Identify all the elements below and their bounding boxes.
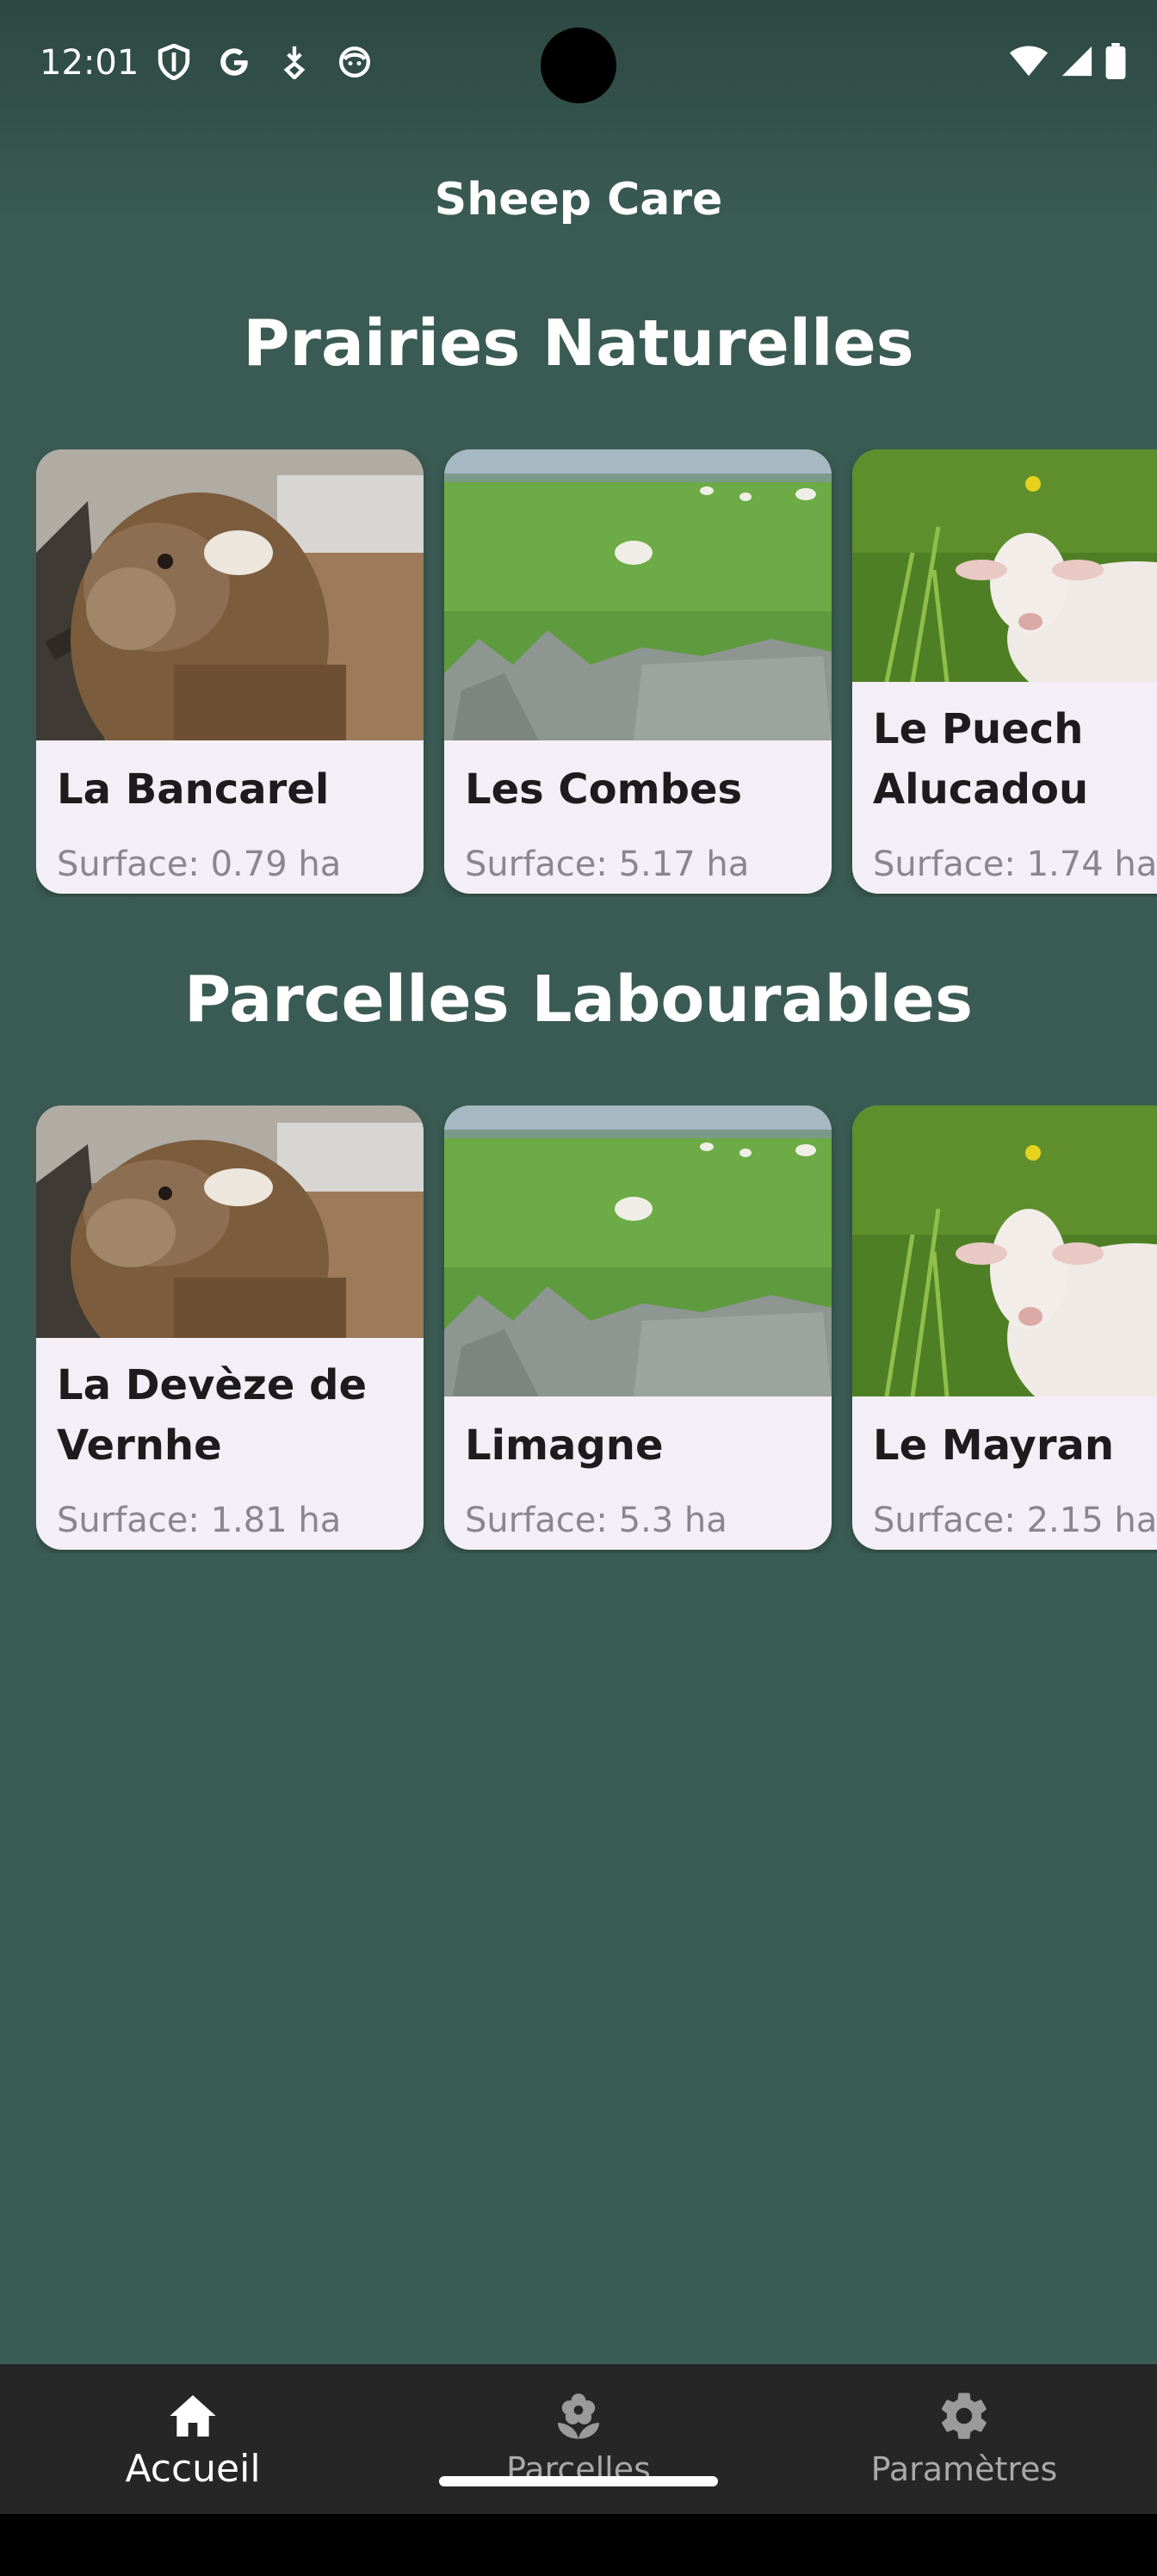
flower-icon [551, 2388, 606, 2443]
face-icon [336, 43, 374, 81]
google-icon [215, 43, 253, 81]
home-screen: 12:01 Sheep Care Prairies Naturelles La … [0, 0, 1157, 2576]
parcel-photo-brown-sheep [36, 449, 424, 740]
home-icon [165, 2388, 220, 2443]
gear-icon [937, 2388, 992, 2443]
battery-icon [1105, 43, 1126, 83]
camera-cutout [541, 28, 616, 103]
parcel-name: Les Combes [465, 765, 743, 814]
signal-icon [1061, 44, 1093, 82]
home-gesture-bar[interactable] [439, 2476, 718, 2486]
shield-icon [155, 43, 193, 81]
parcel-photo-brown-sheep [36, 1105, 424, 1338]
parcel-card[interactable]: Les Combes Surface: 5.17 ha [444, 449, 832, 894]
parcel-surface: Surface: 5.3 ha [465, 1501, 727, 1540]
parcel-surface: Surface: 1.81 ha [57, 1501, 342, 1540]
parcel-card[interactable]: Le Puech Alucadou Surface: 1.74 ha [852, 449, 1157, 894]
parcel-name: Le Puech Alucadou [873, 705, 1089, 814]
parcel-photo-pasture-wall [444, 449, 832, 740]
parcel-photo-white-sheep-grass [852, 1105, 1157, 1396]
parcel-card[interactable]: Le Mayran Surface: 2.15 ha [852, 1105, 1157, 1550]
bottom-navigation: Accueil Parcelles Paramètres [0, 2364, 1157, 2514]
parcel-surface: Surface: 2.15 ha [873, 1501, 1157, 1540]
gesture-area [0, 2514, 1157, 2576]
parcel-carousel-labourables[interactable]: La Devèze de Vernhe Surface: 1.81 ha Lim… [36, 1105, 1157, 1553]
nav-item-parametres[interactable]: Paramètres [771, 2364, 1157, 2514]
parcel-card[interactable]: Limagne Surface: 5.3 ha [444, 1105, 832, 1550]
parcel-card[interactable]: La Bancarel Surface: 0.79 ha [36, 449, 424, 894]
download-icon [275, 43, 313, 81]
section-title-labourables: Parcelles Labourables [183, 963, 974, 1037]
parcel-photo-white-sheep-grass [852, 449, 1157, 682]
parcel-card[interactable]: La Devèze de Vernhe Surface: 1.81 ha [36, 1105, 424, 1550]
parcel-surface: Surface: 1.74 ha [873, 845, 1157, 884]
app-title: Sheep Care [434, 174, 723, 226]
parcel-name: Limagne [465, 1421, 664, 1470]
parcel-surface: Surface: 0.79 ha [57, 845, 342, 884]
parcel-photo-pasture-wall [444, 1105, 832, 1396]
parcel-name: La Devèze de Vernhe [57, 1361, 368, 1470]
nav-label: Accueil [125, 2447, 261, 2491]
parcel-name: La Bancarel [57, 765, 330, 814]
parcel-carousel-prairies[interactable]: La Bancarel Surface: 0.79 ha Les Combes … [36, 449, 1157, 897]
nav-label: Paramètres [870, 2450, 1058, 2488]
parcel-surface: Surface: 5.17 ha [465, 845, 750, 884]
section-title-prairies: Prairies Naturelles [243, 307, 914, 381]
status-time: 12:01 [40, 43, 139, 83]
wifi-icon [1009, 44, 1049, 82]
nav-item-accueil[interactable]: Accueil [0, 2364, 386, 2514]
nav-item-parcelles[interactable]: Parcelles [386, 2364, 771, 2514]
status-bar: 12:01 [0, 0, 1157, 129]
parcel-name: Le Mayran [873, 1421, 1115, 1470]
